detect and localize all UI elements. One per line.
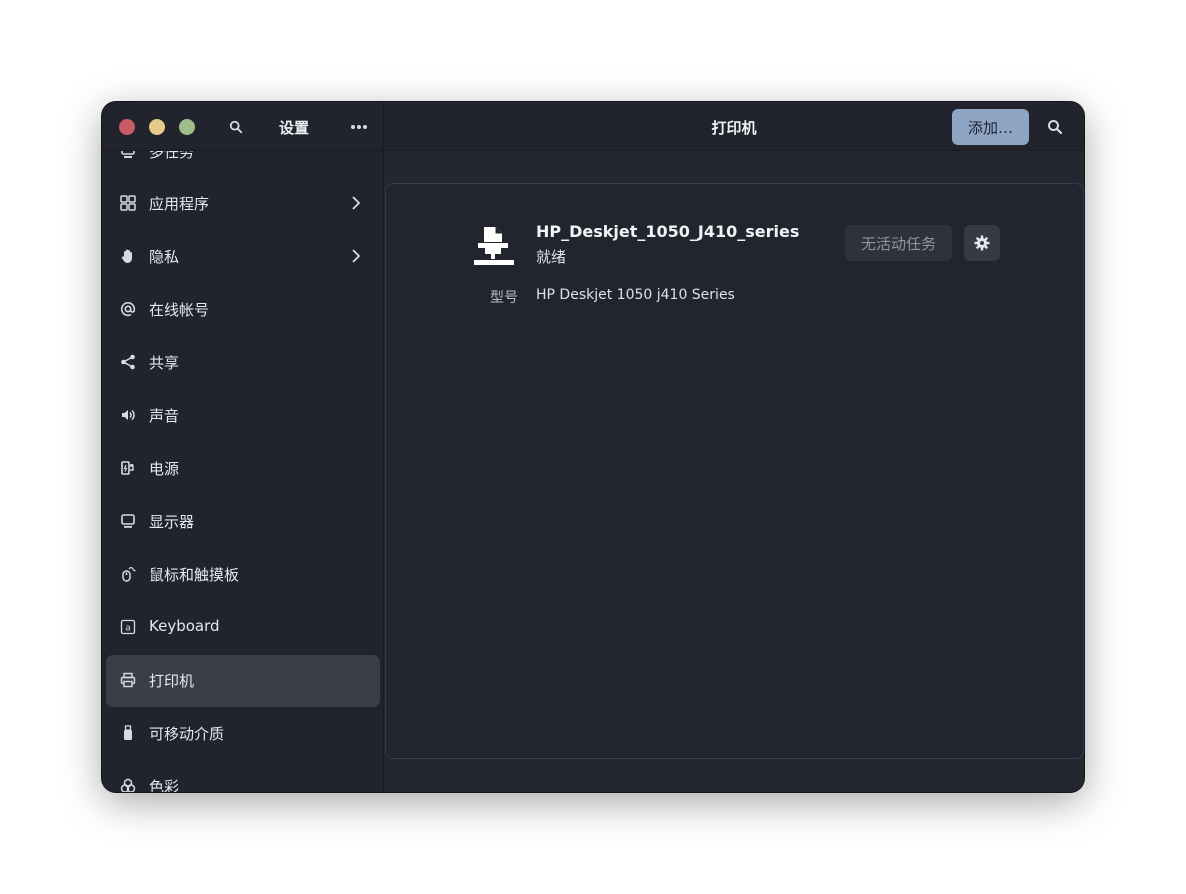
printer-name: HP_Deskjet_1050_J410_series	[536, 222, 800, 241]
sidebar-header: 设置	[102, 102, 384, 151]
sidebar-item-label: 打印机	[149, 672, 195, 690]
main-header: 打印机 添加…	[384, 102, 1084, 151]
sidebar-item-color[interactable]: 色彩	[106, 761, 380, 792]
printer-search-button[interactable]	[1044, 116, 1066, 138]
model-label: 型号	[490, 290, 518, 306]
printer-card: HP_Deskjet_1050_J410_series 就绪 无活动任务 型号 …	[385, 183, 1084, 759]
printer-settings-button[interactable]	[964, 225, 1000, 261]
chevron-right-icon	[352, 249, 361, 263]
sidebar-item-displays[interactable]: 显示器	[106, 496, 380, 548]
sidebar-item-online-accounts[interactable]: 在线帐号	[106, 284, 380, 336]
sidebar-item-label: 电源	[149, 460, 180, 478]
sidebar-title: 设置	[279, 119, 310, 137]
sidebar-item-removable-media[interactable]: 可移动介质	[106, 708, 380, 760]
sidebar-item-label: 鼠标和触摸板	[149, 566, 240, 584]
sidebar-item-multitasking[interactable]: 多任务	[106, 151, 380, 178]
sidebar-item-label: 多任务	[149, 151, 195, 161]
settings-window: 设置 打印机 添加… 多任务 应用程序 隐私 在线帐号 共享 声音 电源 显示器…	[102, 102, 1084, 792]
sidebar-item-apps[interactable]: 应用程序	[106, 178, 380, 230]
sidebar-item-label: 应用程序	[149, 195, 210, 213]
sidebar-item-label: 声音	[149, 407, 180, 425]
sidebar-search-button[interactable]	[225, 116, 247, 138]
hand-icon	[119, 247, 137, 265]
apps-icon	[119, 194, 137, 212]
color-icon	[119, 777, 137, 792]
share-icon	[119, 353, 137, 371]
sidebar-item-privacy[interactable]: 隐私	[106, 231, 380, 283]
speaker-icon	[119, 406, 137, 424]
sidebar-item-label: 色彩	[149, 778, 180, 792]
sidebar-item-label: 隐私	[149, 248, 180, 266]
sidebar-item-label: 可移动介质	[149, 725, 225, 743]
sidebar-item-power[interactable]: 电源	[106, 443, 380, 495]
printer-status: 就绪	[536, 248, 567, 266]
sidebar-item-label: Keyboard	[149, 617, 220, 635]
search-icon	[229, 120, 243, 134]
sidebar-item-mouse-touchpad[interactable]: 鼠标和触摸板	[106, 549, 380, 601]
sidebar-item-label: 显示器	[149, 513, 195, 531]
display-icon	[119, 512, 137, 530]
power-plug-icon	[119, 459, 137, 477]
printer-device-icon	[474, 227, 514, 265]
sidebar-item-sound[interactable]: 声音	[106, 390, 380, 442]
keyboard-icon: a	[119, 618, 137, 636]
printer-icon	[119, 671, 137, 689]
sidebar-item-label: 共享	[149, 354, 180, 372]
more-dots-icon	[351, 125, 367, 129]
printers-panel: HP_Deskjet_1050_J410_series 就绪 无活动任务 型号 …	[384, 151, 1084, 792]
chevron-right-icon	[352, 196, 361, 210]
search-icon	[1048, 120, 1063, 135]
main-menu-button[interactable]	[348, 116, 370, 138]
multitasking-icon	[119, 151, 137, 160]
usb-drive-icon	[119, 724, 137, 742]
model-value: HP Deskjet 1050 j410 Series	[536, 287, 735, 303]
sidebar-item-keyboard[interactable]: a Keyboard	[106, 602, 380, 654]
sidebar-item-printers[interactable]: 打印机	[106, 655, 380, 707]
gear-icon	[974, 235, 990, 251]
sidebar-item-sharing[interactable]: 共享	[106, 337, 380, 389]
close-window-button[interactable]	[119, 119, 135, 135]
jobs-button[interactable]: 无活动任务	[845, 225, 952, 261]
sidebar: 多任务 应用程序 隐私 在线帐号 共享 声音 电源 显示器 鼠标和触摸板 a K…	[102, 151, 384, 792]
svg-text:a: a	[125, 624, 131, 634]
sidebar-item-label: 在线帐号	[149, 301, 210, 319]
add-printer-button[interactable]: 添加…	[952, 109, 1029, 145]
at-icon	[119, 300, 137, 318]
minimize-window-button[interactable]	[149, 119, 165, 135]
mouse-icon	[119, 565, 137, 583]
maximize-window-button[interactable]	[179, 119, 195, 135]
